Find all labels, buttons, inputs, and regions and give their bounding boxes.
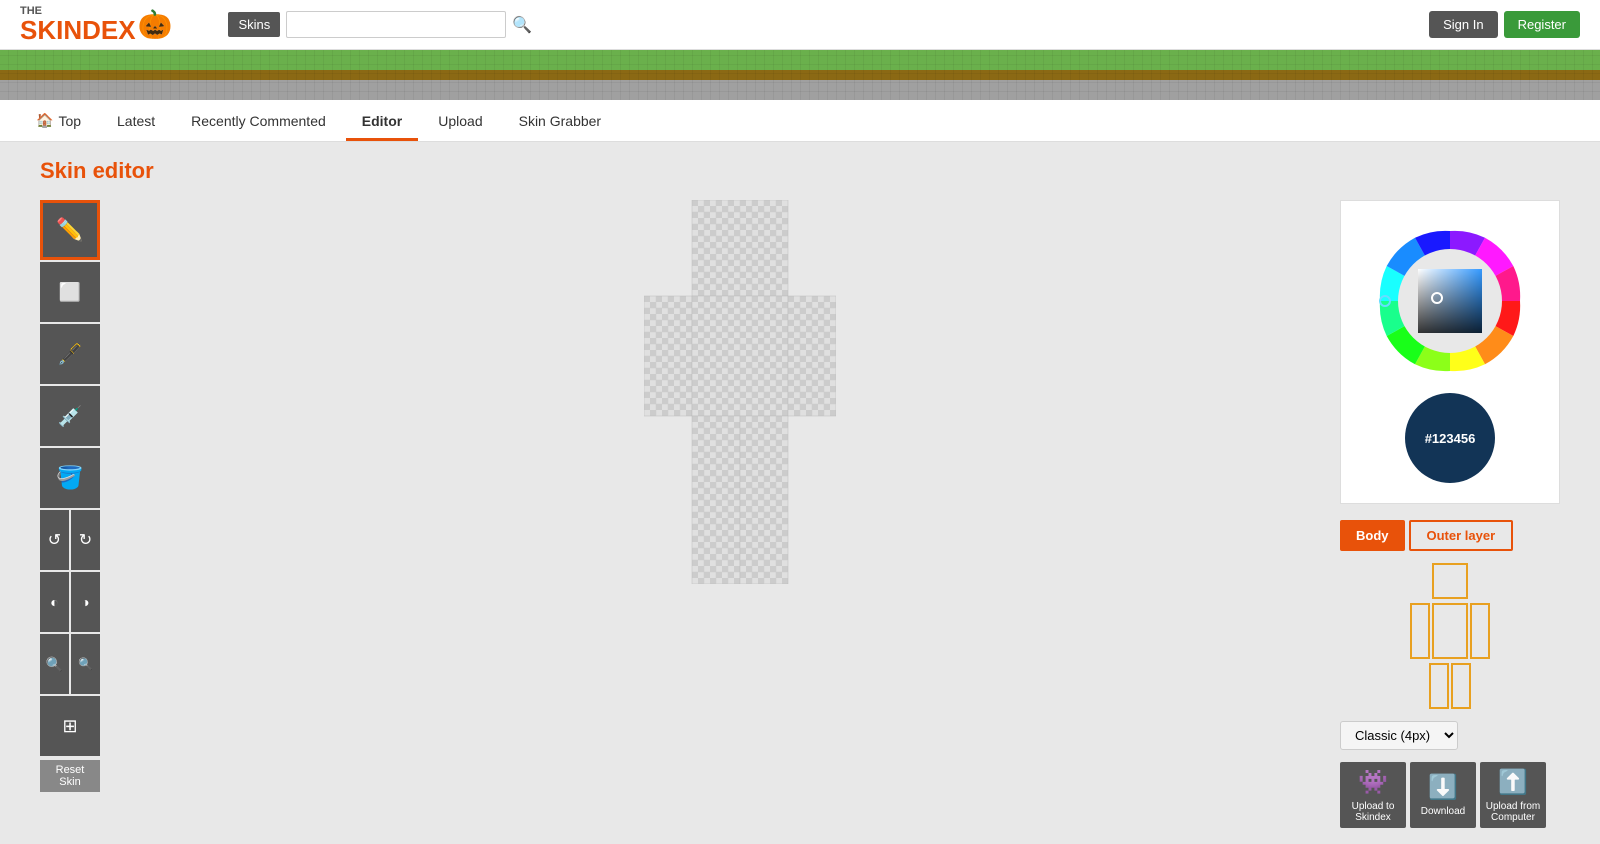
search-area: Skins 🔍 — [228, 11, 532, 38]
upload-from-computer-button[interactable]: ⬆️ Upload from Computer — [1480, 762, 1546, 828]
nav-item-latest[interactable]: Latest — [101, 101, 171, 141]
skin-preview-button[interactable]: ⊞ — [40, 696, 100, 756]
nav-item-top[interactable]: 🏠 Top — [20, 100, 97, 141]
body-legs-row — [1429, 663, 1471, 709]
logo: THE SKINDEX 🎃 — [20, 6, 172, 43]
lighten-button[interactable]: ◑ — [71, 572, 100, 632]
body-head[interactable] — [1432, 563, 1468, 599]
skin-type-dropdown[interactable]: Classic (4px) Slim (3px) — [1340, 721, 1458, 750]
fill-tool-button[interactable]: 🪣 — [40, 448, 100, 508]
nav-bar: 🏠 Top Latest Recently Commented Editor U… — [0, 100, 1600, 142]
nav-item-editor[interactable]: Editor — [346, 101, 418, 141]
body-torso-row — [1410, 603, 1490, 659]
search-input[interactable] — [286, 11, 506, 38]
nav-item-recently-commented[interactable]: Recently Commented — [175, 101, 342, 141]
header-buttons: Sign In Register — [1429, 11, 1580, 38]
zoom-out-button[interactable]: 🔍 — [71, 634, 100, 694]
right-panel: #123456 Body Outer layer — [1340, 200, 1560, 828]
action-buttons: 👾 Upload to Skindex ⬇️ Download ⬆️ Uploa… — [1340, 762, 1560, 828]
eyedropper-tool-button[interactable]: 💉 — [40, 386, 100, 446]
logo-pumpkin-icon: 🎃 — [138, 8, 173, 41]
nav-item-upload[interactable]: Upload — [422, 101, 498, 141]
layer-buttons: Body Outer layer — [1340, 520, 1560, 551]
color-wheel-svg — [1370, 221, 1530, 381]
reset-skin-button[interactable]: Reset Skin — [40, 760, 100, 792]
left-arm[interactable] — [1410, 603, 1430, 659]
right-leg[interactable] — [1451, 663, 1471, 709]
nav-top-label: Top — [58, 113, 81, 129]
header: THE SKINDEX 🎃 Skins 🔍 Sign In Register — [0, 0, 1600, 50]
home-icon: 🏠 — [36, 112, 53, 129]
logo-skindex: SKINDEX — [20, 17, 136, 43]
download-icon: ⬇️ — [1428, 773, 1458, 802]
search-button[interactable]: 🔍 — [512, 15, 532, 35]
upload-from-computer-label: Upload from Computer — [1480, 801, 1546, 823]
download-button[interactable]: ⬇️ Download — [1410, 762, 1476, 828]
body-layer-button[interactable]: Body — [1340, 520, 1405, 551]
nav-skin-grabber-label: Skin Grabber — [519, 113, 601, 129]
download-label: Download — [1421, 806, 1465, 817]
upload-to-skindex-label: Upload to Skindex — [1340, 801, 1406, 823]
nav-recently-commented-label: Recently Commented — [191, 113, 326, 129]
outer-layer-button[interactable]: Outer layer — [1409, 520, 1514, 551]
canvas-area — [170, 200, 1310, 589]
page-title: Skin editor — [40, 158, 1560, 184]
darken-button[interactable]: ◐ — [40, 572, 69, 632]
nav-editor-label: Editor — [362, 113, 402, 129]
body-torso[interactable] — [1432, 603, 1468, 659]
nav-item-skin-grabber[interactable]: Skin Grabber — [503, 101, 617, 141]
upload-to-skindex-icon: 👾 — [1358, 768, 1388, 797]
main-content: Skin editor ✏️ ⬜ 🖋️ 💉 🪣 — [0, 142, 1600, 844]
skin-canvas[interactable] — [644, 200, 836, 589]
pencil-tool-button[interactable]: ✏️ — [40, 200, 100, 260]
eraser-tool-button[interactable]: ⬜ — [40, 262, 100, 322]
search-dropdown[interactable]: Skins — [228, 12, 280, 37]
upload-from-computer-icon: ⬆️ — [1498, 768, 1528, 797]
nav-upload-label: Upload — [438, 113, 482, 129]
skin-svg — [644, 200, 836, 584]
upload-to-skindex-button[interactable]: 👾 Upload to Skindex — [1340, 762, 1406, 828]
stamp-tool-button[interactable]: 🖋️ — [40, 324, 100, 384]
pixel-banner — [0, 50, 1600, 100]
right-arm[interactable] — [1470, 603, 1490, 659]
color-picker: #123456 — [1340, 200, 1560, 504]
body-diagram — [1340, 563, 1560, 709]
register-button[interactable]: Register — [1504, 11, 1580, 38]
undo-button[interactable]: ↺ — [40, 510, 69, 570]
color-hex-value: #123456 — [1425, 431, 1476, 446]
signin-button[interactable]: Sign In — [1429, 11, 1497, 38]
redo-button[interactable]: ↻ — [71, 510, 100, 570]
tools-panel: ✏️ ⬜ 🖋️ 💉 🪣 ↺ ↻ — [40, 200, 140, 792]
nav-latest-label: Latest — [117, 113, 155, 129]
color-hex-display[interactable]: #123456 — [1405, 393, 1495, 483]
zoom-in-button[interactable]: 🔍 — [40, 634, 69, 694]
color-wheel[interactable] — [1370, 221, 1530, 381]
left-leg[interactable] — [1429, 663, 1449, 709]
